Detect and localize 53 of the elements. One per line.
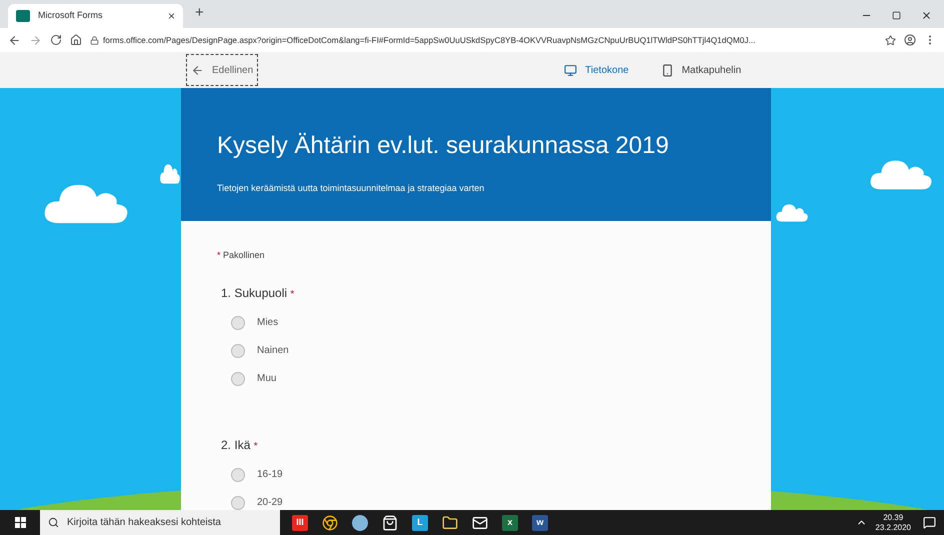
option-label: Nainen	[257, 344, 289, 358]
spreadsheet-app-icon[interactable]: x	[502, 514, 518, 530]
back-arrow-icon	[191, 64, 204, 76]
star-icon[interactable]	[885, 34, 896, 46]
search-placeholder: Kirjoita tähän hakeaksesi kohteista	[67, 516, 221, 530]
mail-icon[interactable]	[472, 514, 488, 530]
form-subtitle: Tietojen keräämistä uutta toimintasuunnitelmaa ja strategiaa varten	[217, 182, 486, 195]
close-icon[interactable]	[921, 10, 932, 21]
office-app-icon[interactable]: III	[292, 514, 308, 530]
radio-button[interactable]	[231, 468, 245, 482]
url-field[interactable]: forms.office.com/Pages/DesignPage.aspx?origin=OfficeDotCom&lang=fi-FI#FormId=5appSw0UuUSkdSpyC8YB-4OKVVRuavpNsMGzCNpuUrBUQ1lTWldPS0hTTjl4Q1dQM0J...	[90, 34, 877, 46]
clock-date[interactable]: 23.2.2020	[875, 522, 911, 532]
radio-button[interactable]	[231, 316, 245, 330]
taskbar-search-field[interactable]: Kirjoita tähän hakeaksesi kohteista	[40, 510, 280, 535]
reload-icon[interactable]	[50, 34, 62, 46]
browser-tab[interactable]: Microsoft Forms ×	[8, 4, 183, 28]
tab-title: Microsoft Forms	[38, 9, 104, 22]
restore-icon[interactable]	[892, 11, 901, 20]
phone-icon	[660, 64, 674, 76]
monitor-icon	[564, 64, 578, 76]
back-arrow-icon[interactable]	[8, 34, 21, 46]
clock-time[interactable]: 20.39	[883, 512, 904, 522]
question-title: 2. Ikä *	[221, 437, 259, 454]
radio-button[interactable]	[231, 344, 245, 358]
cloud-icon	[776, 204, 808, 222]
lock-icon	[90, 36, 99, 44]
required-note: * Pakollinen	[217, 248, 266, 262]
question-title: 1. Sukupuoli *	[221, 285, 296, 302]
form-title: Kysely Ähtärin ev.lut. seurakunnassa 2019	[217, 131, 670, 161]
view-tab[interactable]: Tietokone	[564, 62, 629, 78]
folder-icon[interactable]	[442, 514, 458, 530]
back-button[interactable]: Edellinen	[186, 54, 258, 86]
view-tab[interactable]: Matkapuhelin	[660, 62, 742, 78]
search-icon	[48, 517, 59, 528]
new-tab-button[interactable]: +	[195, 2, 204, 24]
option-label: 16-19	[257, 468, 283, 482]
cloud-icon	[160, 164, 180, 184]
url-text: forms.office.com/Pages/DesignPage.aspx?origin=OfficeDotCom&lang=fi-FI#FormId=5appSw0UuUSkdSpyC8YB-4OKVVRuavpNsMGzCNpuUrBUQ1lTWldPS0hTTjl4Q1dQM0J...	[103, 34, 756, 46]
option-label: Mies	[257, 316, 278, 330]
notification-icon[interactable]	[923, 516, 936, 529]
close-tab-button[interactable]: ×	[168, 7, 175, 25]
radio-button[interactable]	[231, 496, 245, 510]
cloud-icon	[44, 184, 128, 224]
cloud-icon	[870, 160, 932, 190]
option-label: Muu	[257, 372, 276, 386]
document-app-icon[interactable]: w	[532, 514, 548, 530]
store-bag-icon[interactable]	[382, 514, 398, 530]
home-icon[interactable]	[70, 34, 82, 46]
browser-icon[interactable]	[322, 514, 338, 530]
profile-icon[interactable]	[904, 34, 916, 46]
windows-logo-icon[interactable]	[14, 517, 26, 528]
radio-button[interactable]	[231, 372, 245, 386]
option-label: 20-29	[257, 496, 283, 510]
